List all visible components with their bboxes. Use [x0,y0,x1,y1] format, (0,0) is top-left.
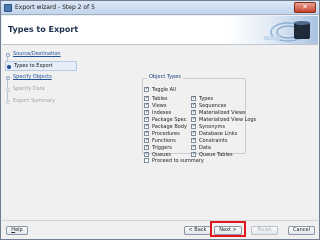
step-label: Source/Destination [13,51,61,57]
step-specify-data: Specify Data [5,85,77,104]
checkbox-label: Queue Tables [199,152,233,158]
checkbox-box[interactable] [191,137,196,144]
step-label: Specify Data [13,86,45,92]
wizard-header: Types to Export [2,16,318,45]
step-dot [6,76,10,80]
checkbox-box[interactable] [144,95,149,102]
checkbox-box[interactable] [144,158,149,163]
checkbox-box[interactable] [191,102,196,109]
step-label: Types to Export [14,63,53,69]
checkbox-box[interactable] [144,151,149,158]
step-source-destination[interactable]: Source/Destination [5,50,77,69]
checkbox-box[interactable] [144,137,149,144]
checkbox-box[interactable] [191,123,196,130]
help-button[interactable]: Help [6,226,28,235]
object-types-panel: Object Types Toggle All TablesViewsIndex… [138,72,256,184]
step-export-summary: Export Summary [5,97,77,107]
checkbox-box[interactable] [144,116,149,123]
step-label: Export Summary [13,98,56,104]
step-types-to-export[interactable]: Types to Export [5,61,77,71]
checkbox-box[interactable] [191,109,196,116]
checkbox-label: Proceed to summary [152,158,204,164]
export-wizard-window: Export wizard - Step 2 of 5 ✕ Types to E… [0,0,320,240]
step-label: Specify Objects [13,74,52,80]
step-dot [7,65,11,69]
checkbox-box[interactable] [144,144,149,151]
step-dot [6,88,10,92]
next-button-highlight [210,221,246,237]
step-dot [6,100,10,104]
checkbox-box[interactable] [191,144,196,151]
cancel-button[interactable]: Cancel [288,226,315,235]
wizard-footer: Help < Back Next > Finish Cancel [2,220,318,239]
checkbox-box[interactable] [191,95,196,102]
wizard-steps: Source/Destination Types to Export Speci… [5,48,77,188]
page-title: Types to Export [8,25,79,34]
checkbox-box[interactable] [144,109,149,116]
checkbox-box[interactable] [144,123,149,130]
title-bar[interactable]: Export wizard - Step 2 of 5 ✕ [1,1,319,15]
app-icon [4,4,12,12]
step-specify-objects[interactable]: Specify Objects [5,73,77,92]
checkbox-box[interactable] [191,130,196,137]
header-graphic [228,16,318,44]
object-types-legend: Object Types [147,74,183,80]
step-dot [6,53,10,57]
database-arrows-icon [264,21,310,43]
finish-button: Finish [251,226,278,235]
checkbox-box[interactable] [144,102,149,109]
checkbox-box[interactable] [144,86,149,93]
checkbox-box[interactable] [191,116,196,123]
window-title: Export wizard - Step 2 of 5 [15,4,95,11]
checkbox-label: Toggle All [152,87,176,93]
close-button[interactable]: ✕ [294,2,316,13]
back-button[interactable]: < Back [184,226,211,235]
checkbox-box[interactable] [144,130,149,137]
